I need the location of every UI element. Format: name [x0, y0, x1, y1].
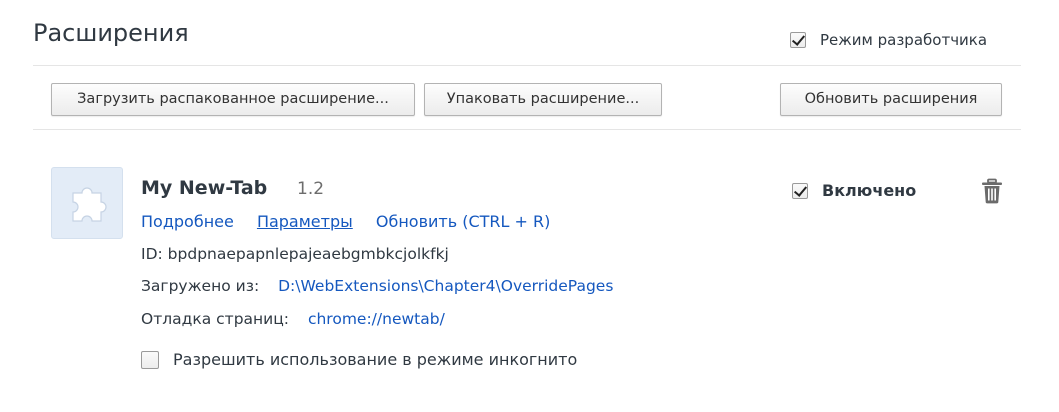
inspect-newtab-link[interactable]: chrome://newtab/	[308, 310, 445, 328]
enabled-checkbox[interactable]	[792, 182, 808, 199]
update-extensions-button[interactable]: Обновить расширения	[780, 83, 1002, 116]
extension-version: 1.2	[297, 179, 325, 199]
loaded-from-line: Загружено из: D:\WebExtensions\Chapter4\…	[141, 277, 613, 295]
extension-links: Подробнее Параметры Обновить (CTRL + R)	[141, 212, 568, 231]
developer-mode-toggle[interactable]: Режим разработчика	[790, 31, 987, 49]
load-unpacked-button[interactable]: Загрузить распакованное расширение...	[51, 83, 415, 116]
incognito-checkbox[interactable]	[141, 350, 159, 369]
pack-extension-button[interactable]: Упаковать расширение...	[424, 83, 662, 116]
enabled-label: Включено	[822, 181, 917, 200]
inspect-views-line: Отладка страниц: chrome://newtab/	[141, 310, 445, 328]
extension-id-line: ID: bpdpnaepapnlepajeaebgmbkcjolkfkj	[141, 245, 449, 263]
developer-mode-label: Режим разработчика	[820, 31, 988, 49]
loaded-from-path-link[interactable]: D:\WebExtensions\Chapter4\OverridePages	[278, 277, 613, 295]
loaded-from-label: Загружено из:	[141, 277, 260, 295]
enabled-toggle[interactable]: Включено	[792, 181, 916, 200]
incognito-toggle[interactable]: Разрешить использование в режиме инкогни…	[141, 350, 577, 369]
inspect-views-label: Отладка страниц:	[141, 310, 290, 328]
extensions-page: Расширения Режим разработчика Загрузить …	[0, 0, 1059, 412]
developer-mode-checkbox[interactable]	[790, 32, 806, 48]
details-link[interactable]: Подробнее	[141, 212, 234, 231]
extension-name: My New-Tab	[141, 177, 268, 199]
page-title: Расширения	[33, 19, 189, 47]
options-link[interactable]: Параметры	[257, 212, 353, 231]
reload-link[interactable]: Обновить (CTRL + R)	[376, 212, 551, 231]
extension-id-label: ID:	[141, 245, 163, 263]
header-divider	[33, 65, 1021, 66]
extension-id-value: bpdpnaepapnlepajeaebgmbkcjolkfkj	[167, 245, 449, 263]
toolbar-divider	[33, 129, 1021, 130]
trash-icon[interactable]	[980, 178, 1004, 204]
puzzle-piece-icon	[51, 167, 123, 239]
incognito-label: Разрешить использование в режиме инкогни…	[173, 350, 578, 369]
